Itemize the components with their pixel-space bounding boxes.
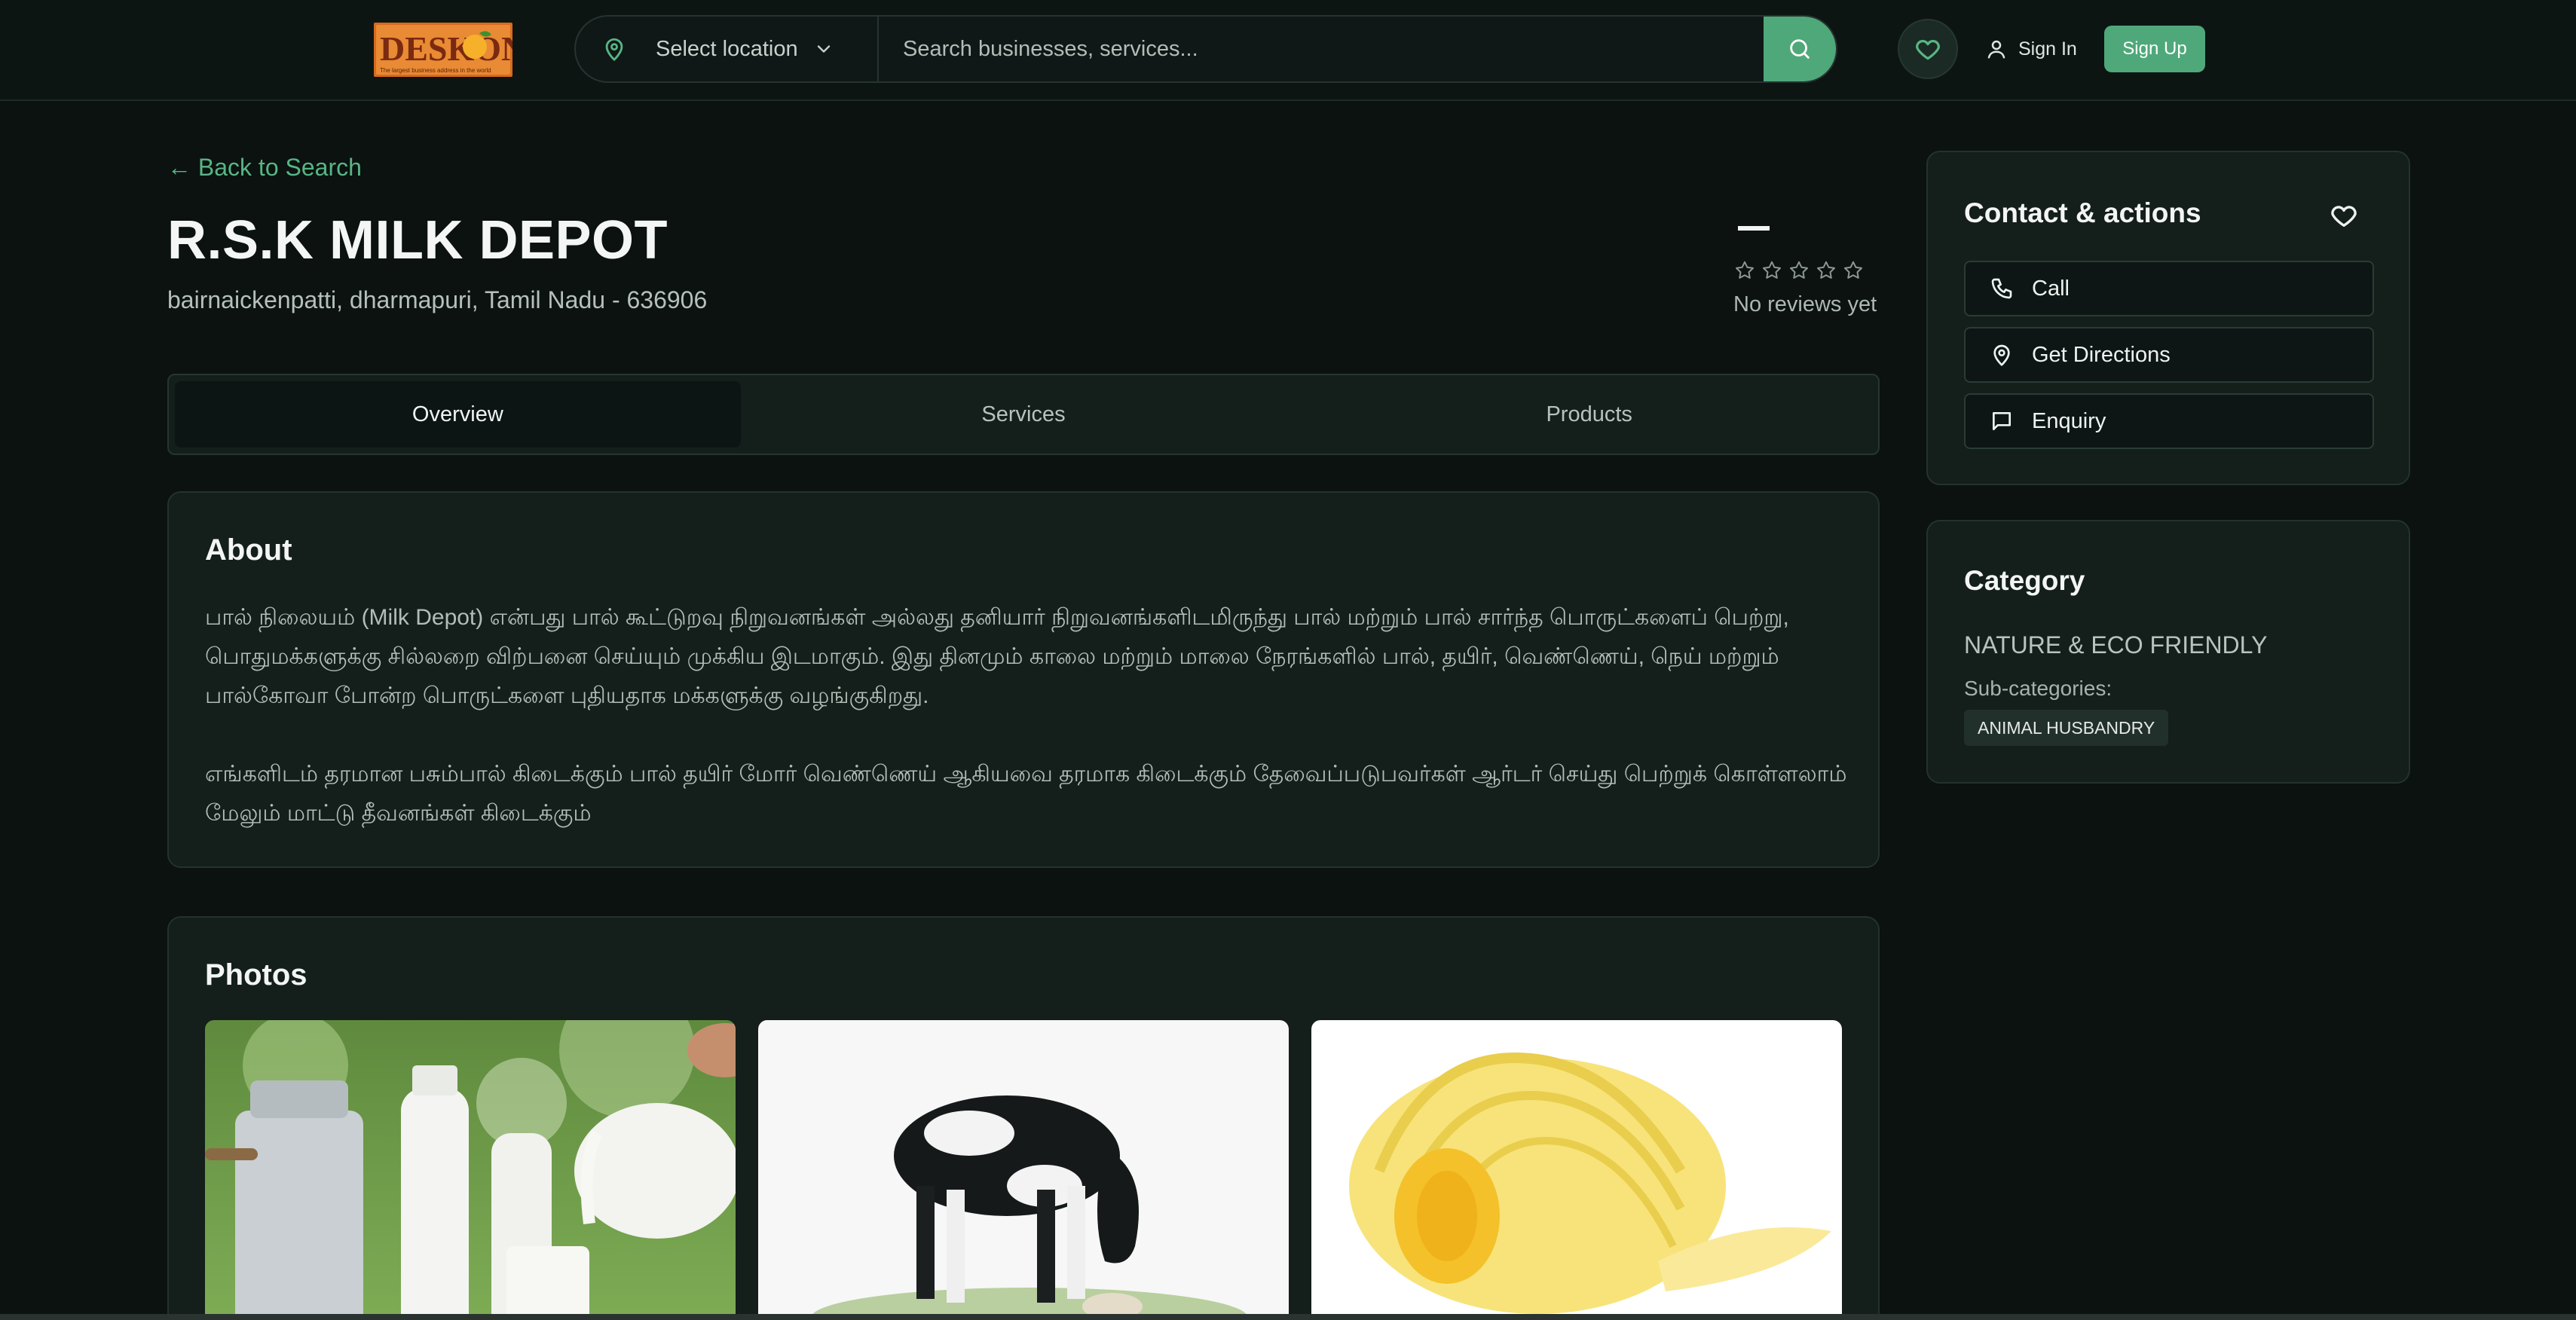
about-card: About பால் நிலையம் (Milk Depot) என்பது ப… [167,491,1880,868]
heart-icon[interactable] [2329,200,2359,231]
subcategories-label: Sub-categories: [1964,677,2113,700]
business-address: bairnaickenpatti, dharmapuri, Tamil Nadu… [167,286,708,313]
call-button[interactable]: Call [1964,261,2374,316]
subcategory-chip[interactable]: ANIMAL HUSBANDRY [1964,710,2169,746]
enquiry-button[interactable]: Enquiry [1964,393,2374,449]
search-icon [1790,39,1810,59]
deskon-logo[interactable]: DESKON The largest business address in t… [374,23,512,77]
category-card: Category NATURE & ECO FRIENDLY Sub-categ… [1926,520,2410,784]
about-paragraph: எங்களிடம் தரமான பசும்பால் கிடைக்கும் பால… [205,762,1847,826]
star-rating [1733,259,1880,282]
photo-cow[interactable] [758,1020,1289,1320]
logo-text: DESKON [380,29,512,68]
sign-in-label: Sign In [2018,38,2077,60]
chevron-down-icon [817,45,830,53]
phone-icon [1991,278,2012,299]
user-icon [1987,40,2005,59]
location-selector[interactable]: Select location [576,17,879,81]
message-icon [1993,412,2011,430]
photo-milk-bottles[interactable] [205,1020,736,1320]
back-to-search-link[interactable]: ← Back to Search [167,154,362,182]
window-bottom-edge [0,1314,2576,1320]
top-navbar: DESKON The largest business address in t… [0,0,2576,101]
get-directions-button[interactable]: Get Directions [1964,327,2374,383]
search-input[interactable] [879,17,1764,81]
search-bar: Select location [574,15,1837,83]
map-pin-icon [605,38,623,61]
location-label: Select location [656,36,798,61]
about-description: பால் நிலையம் (Milk Depot) என்பது பால் கூ… [205,598,1848,833]
star-icon [1844,261,1862,279]
category-title: Category [1964,565,2085,596]
sign-up-button[interactable]: Sign Up [2104,26,2205,72]
star-icon [1817,261,1835,279]
favorites-button[interactable] [1898,19,1958,79]
enquiry-label: Enquiry [2032,408,2106,433]
logo-tagline: The largest business address in the worl… [380,67,491,74]
about-paragraph: பால் நிலையம் (Milk Depot) என்பது பால் கூ… [205,605,1789,708]
call-label: Call [2032,276,2070,301]
contact-title: Contact & actions [1964,197,2201,228]
contact-actions-card: Contact & actions Call Get Directions En… [1926,151,2410,485]
photos-card: Photos [167,916,1880,1320]
tab-products[interactable]: Products [1306,381,1872,448]
photo-butter[interactable] [1311,1020,1842,1320]
heart-icon [1916,39,1940,60]
tab-overview[interactable]: Overview [175,381,741,448]
map-pin-icon [1993,344,2010,366]
business-title: R.S.K MILK DEPOT [167,210,668,270]
about-title: About [205,533,292,567]
star-icon [1790,261,1808,279]
directions-label: Get Directions [2032,342,2171,367]
category-name: NATURE & ECO FRIENDLY [1964,631,2268,658]
sign-in-link[interactable]: Sign In [1985,33,2077,65]
tab-bar: Overview Services Products [167,374,1880,455]
search-button[interactable] [1764,17,1836,81]
rating-value [1738,226,1770,231]
reviews-count: No reviews yet [1733,292,1877,316]
tab-services[interactable]: Services [741,381,1307,448]
photos-title: Photos [205,958,307,992]
star-icon [1763,261,1781,279]
star-icon [1736,261,1754,279]
rating-summary: No reviews yet [1733,226,1880,317]
